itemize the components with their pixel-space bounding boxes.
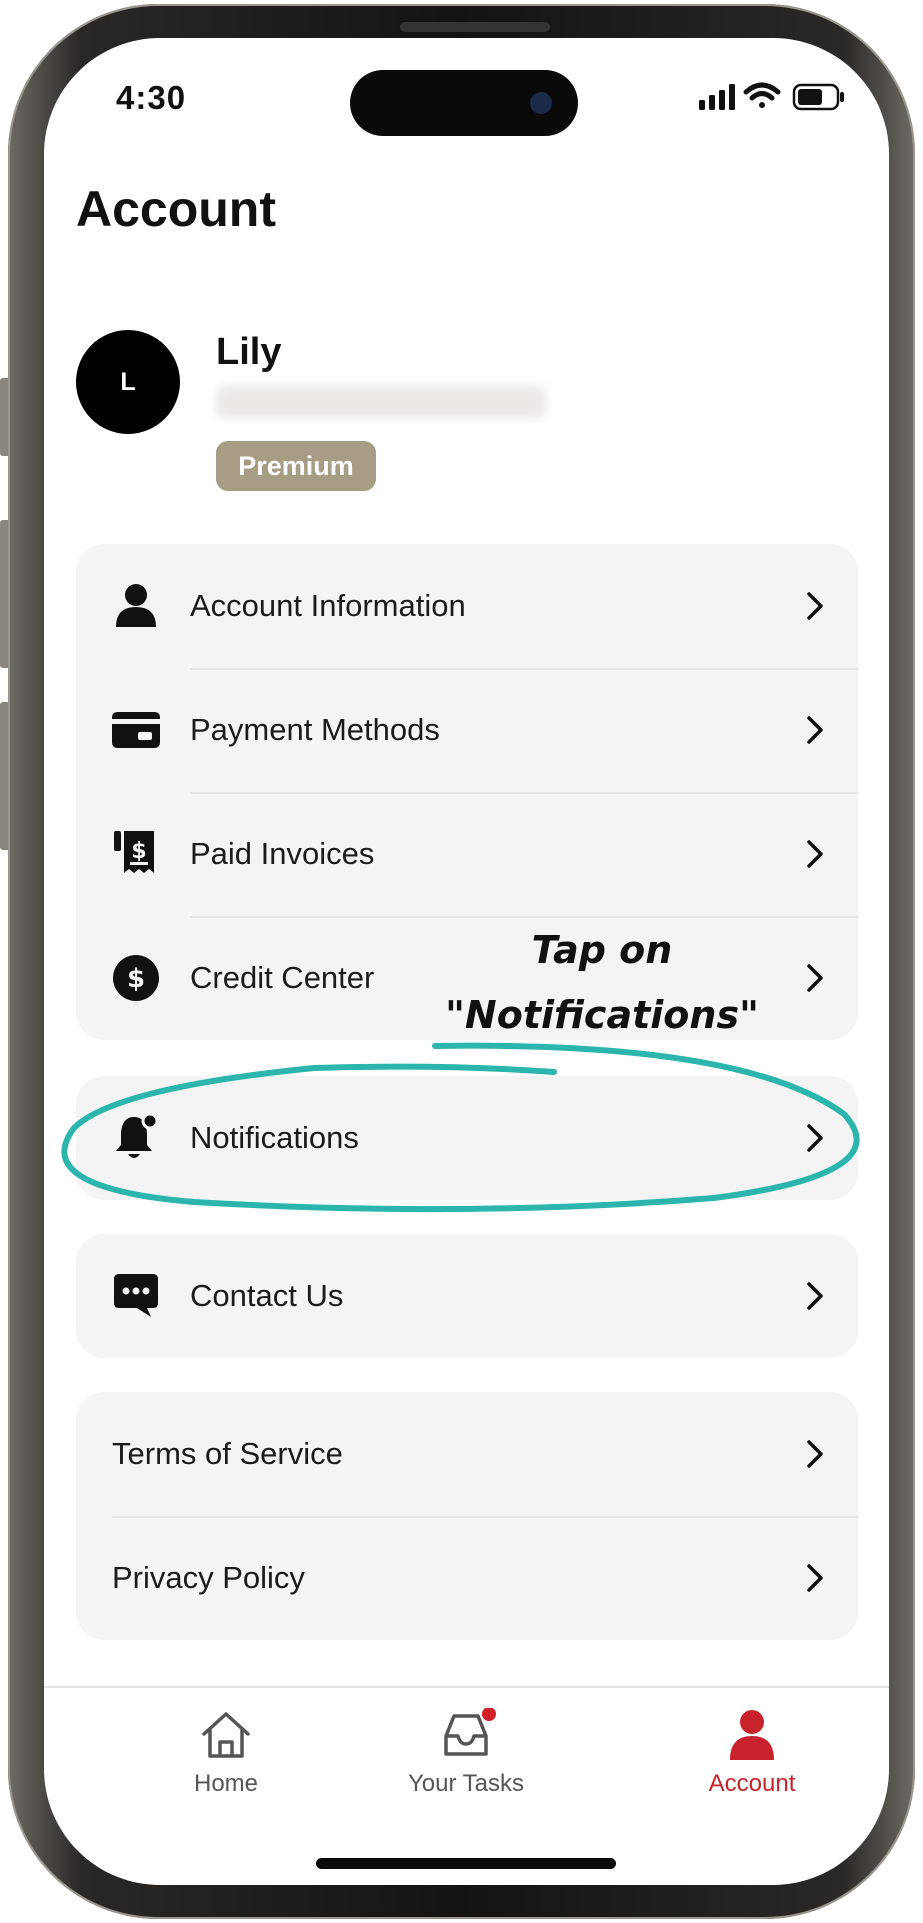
inbox-icon <box>444 1708 496 1756</box>
home-icon <box>202 1712 250 1758</box>
nav-label: Your Tasks <box>407 1770 525 1797</box>
menu-item-credit-center[interactable]: $ Credit Center <box>76 916 858 1040</box>
menu-item-label: Account Information <box>190 588 466 623</box>
menu-item-label: Credit Center <box>190 960 375 995</box>
battery-icon <box>792 83 844 111</box>
signal-icon <box>699 84 735 110</box>
chevron-right-icon <box>807 1124 823 1152</box>
menu-item-notifications[interactable]: Notifications <box>76 1076 858 1200</box>
app-screen: 4:30 Account L Lily Premium Account Info… <box>44 38 889 1885</box>
menu-item-label: Notifications <box>190 1120 359 1155</box>
camera-dot <box>530 92 552 114</box>
status-icons <box>699 78 849 118</box>
menu-item-label: Privacy Policy <box>112 1560 305 1595</box>
legal-card: Terms of Service Privacy Policy <box>76 1392 858 1640</box>
side-button <box>0 702 8 850</box>
menu-item-paid-invoices[interactable]: $ Paid Invoices <box>76 792 858 916</box>
bottom-nav-divider <box>44 1686 889 1688</box>
bell-icon <box>112 1113 160 1162</box>
wifi-icon <box>743 82 781 108</box>
nav-label: Home <box>193 1770 259 1797</box>
menu-item-terms-of-service[interactable]: Terms of Service <box>76 1392 858 1516</box>
premium-badge: Premium <box>216 441 376 491</box>
notification-dot <box>482 1708 496 1721</box>
chevron-right-icon <box>807 964 823 992</box>
svg-text:$: $ <box>131 839 146 864</box>
nav-tab-home[interactable]: Home <box>136 1708 316 1798</box>
chat-bubble-icon <box>112 1272 160 1320</box>
notifications-card: Notifications <box>76 1076 858 1200</box>
menu-item-payment-methods[interactable]: Payment Methods <box>76 668 858 792</box>
person-icon <box>730 1710 774 1760</box>
side-button <box>0 520 8 668</box>
chevron-right-icon <box>807 1282 823 1310</box>
menu-item-account-information[interactable]: Account Information <box>76 544 858 668</box>
chevron-right-icon <box>807 1564 823 1592</box>
user-name: Lily <box>216 331 282 373</box>
nav-tab-account[interactable]: Account <box>662 1708 842 1798</box>
menu-item-contact-us[interactable]: Contact Us <box>76 1234 858 1358</box>
chevron-right-icon <box>807 716 823 744</box>
chevron-right-icon <box>807 840 823 868</box>
dynamic-island <box>350 70 578 136</box>
menu-item-label: Terms of Service <box>112 1436 343 1471</box>
menu-item-label: Contact Us <box>190 1278 344 1313</box>
chevron-right-icon <box>807 1440 823 1468</box>
menu-item-privacy-policy[interactable]: Privacy Policy <box>76 1516 858 1640</box>
chevron-right-icon <box>807 592 823 620</box>
speaker-grille <box>400 22 550 32</box>
support-card: Contact Us <box>76 1234 858 1358</box>
nav-label: Account <box>708 1770 796 1797</box>
user-email-redacted <box>216 386 546 418</box>
receipt-icon: $ <box>112 830 160 878</box>
dollar-circle-icon: $ <box>112 954 160 1002</box>
page-title: Account <box>76 181 276 237</box>
nav-tab-your-tasks[interactable]: Your Tasks <box>376 1708 556 1798</box>
home-indicator[interactable] <box>316 1858 616 1869</box>
svg-text:$: $ <box>127 964 145 994</box>
status-time: 4:30 <box>116 79 187 116</box>
credit-card-icon <box>112 706 160 754</box>
menu-item-label: Paid Invoices <box>190 836 375 871</box>
person-icon <box>112 582 160 630</box>
avatar: L <box>76 330 180 434</box>
account-menu-card: Account Information Payment Methods $ Pa… <box>76 544 858 1040</box>
side-button <box>0 378 8 456</box>
menu-item-label: Payment Methods <box>190 712 440 747</box>
